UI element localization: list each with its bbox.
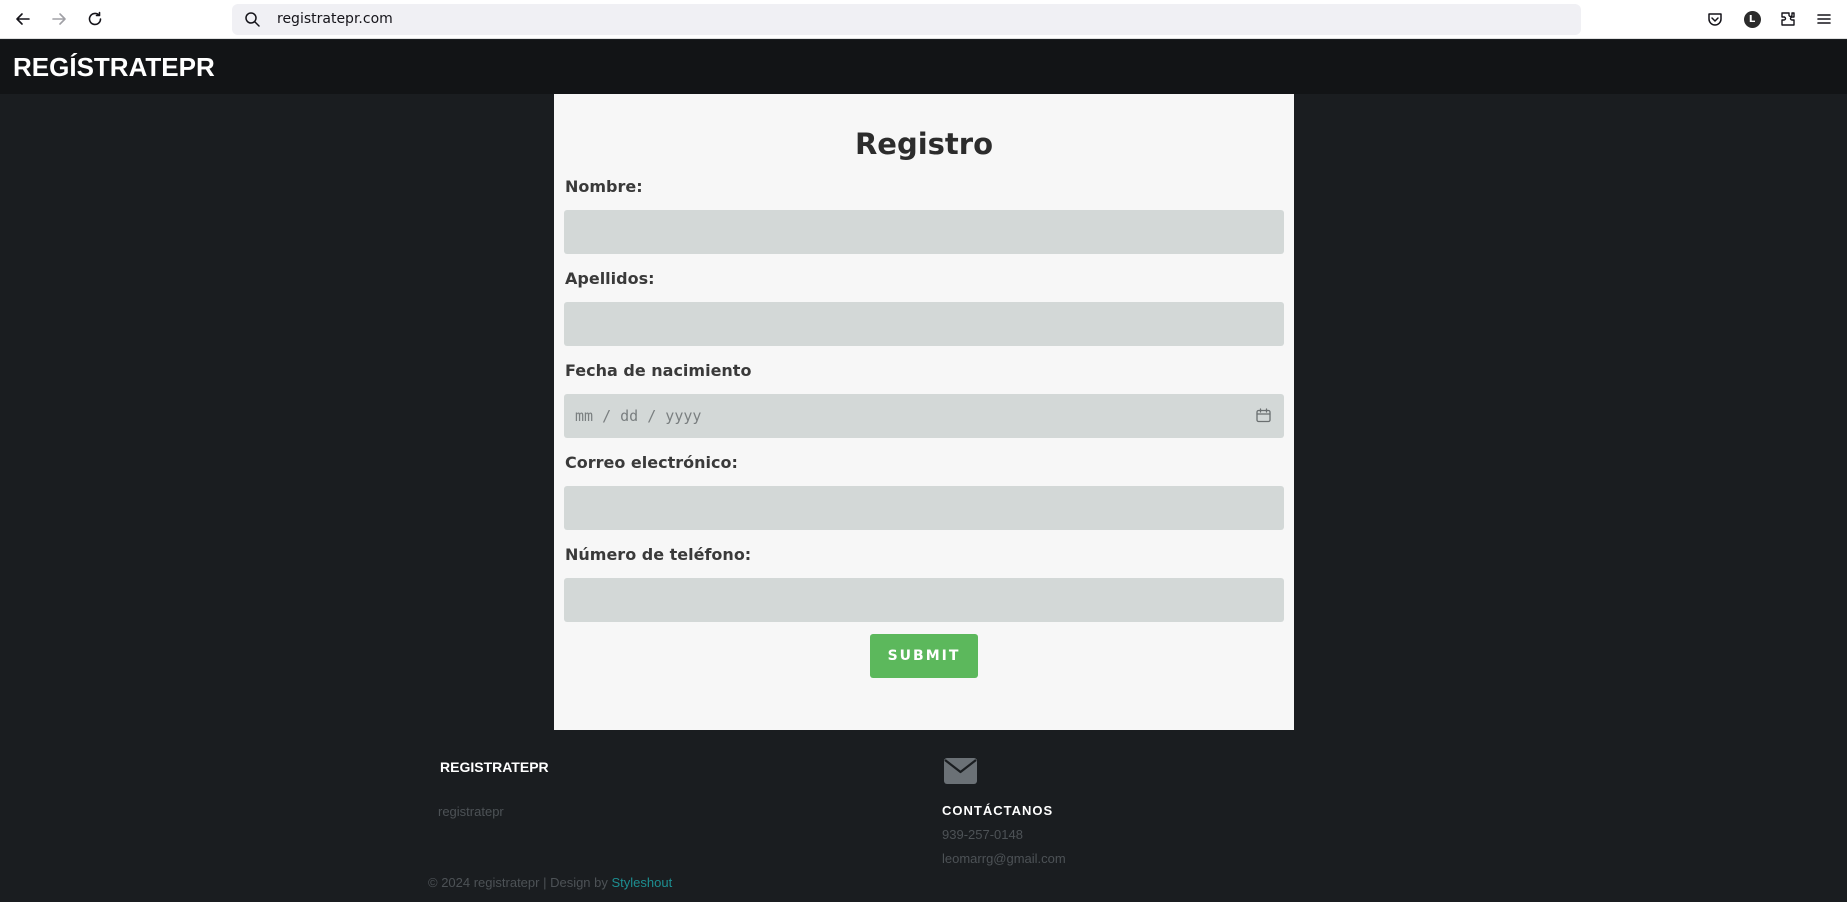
browser-toolbar: registratepr.com L (0, 0, 1847, 39)
submit-button[interactable]: SUBMIT (870, 634, 978, 678)
back-button[interactable] (11, 7, 35, 31)
telefono-label: Número de teléfono: (565, 545, 752, 564)
footer-description: registratepr (438, 804, 504, 819)
correo-input[interactable] (564, 486, 1284, 530)
footer-brand: REGISTRATEPR (440, 759, 549, 775)
pocket-icon (1708, 13, 1722, 26)
mail-icon (944, 758, 977, 784)
search-icon (245, 12, 260, 27)
nombre-label: Nombre: (565, 177, 643, 196)
forward-icon (52, 13, 66, 25)
menu-button[interactable] (1813, 8, 1835, 30)
pocket-button[interactable] (1704, 8, 1726, 30)
extensions-icon (1781, 12, 1795, 26)
fecha-nacimiento-label: Fecha de nacimiento (565, 361, 752, 380)
telefono-input[interactable] (564, 578, 1284, 622)
registration-form: Registro Nombre: Apellidos: Fecha de nac… (554, 94, 1294, 730)
contact-title: CONTÁCTANOS (942, 803, 1054, 818)
copyright: © 2024 registratepr | Design by Stylesho… (428, 875, 672, 890)
extensions-button[interactable] (1777, 8, 1799, 30)
contact-email[interactable]: leomarrg@gmail.com (942, 851, 1066, 866)
site-header: REGÍSTRATEPR (0, 40, 1847, 94)
reload-button[interactable] (83, 7, 107, 31)
calendar-icon[interactable] (1255, 407, 1272, 424)
forward-button[interactable] (47, 7, 71, 31)
copyright-text: © 2024 registratepr | Design by (428, 875, 612, 890)
account-button[interactable]: L (1741, 8, 1763, 30)
site-logo[interactable]: REGÍSTRATEPR (13, 52, 215, 83)
reload-icon (88, 11, 102, 26)
correo-label: Correo electrónico: (565, 453, 738, 472)
contact-phone: 939-257-0148 (942, 827, 1023, 842)
back-icon (16, 13, 30, 25)
url-text[interactable]: registratepr.com (277, 11, 393, 27)
nombre-input[interactable] (564, 210, 1284, 254)
address-bar[interactable]: registratepr.com (232, 4, 1581, 35)
account-icon: L (1743, 10, 1761, 28)
styleshout-link[interactable]: Styleshout (612, 875, 673, 890)
menu-icon (1817, 14, 1831, 24)
form-title: Registro (854, 127, 994, 161)
date-placeholder: mm / dd / yyyy (575, 407, 702, 425)
apellidos-input[interactable] (564, 302, 1284, 346)
fecha-nacimiento-input[interactable]: mm / dd / yyyy (564, 394, 1284, 438)
apellidos-label: Apellidos: (565, 269, 655, 288)
